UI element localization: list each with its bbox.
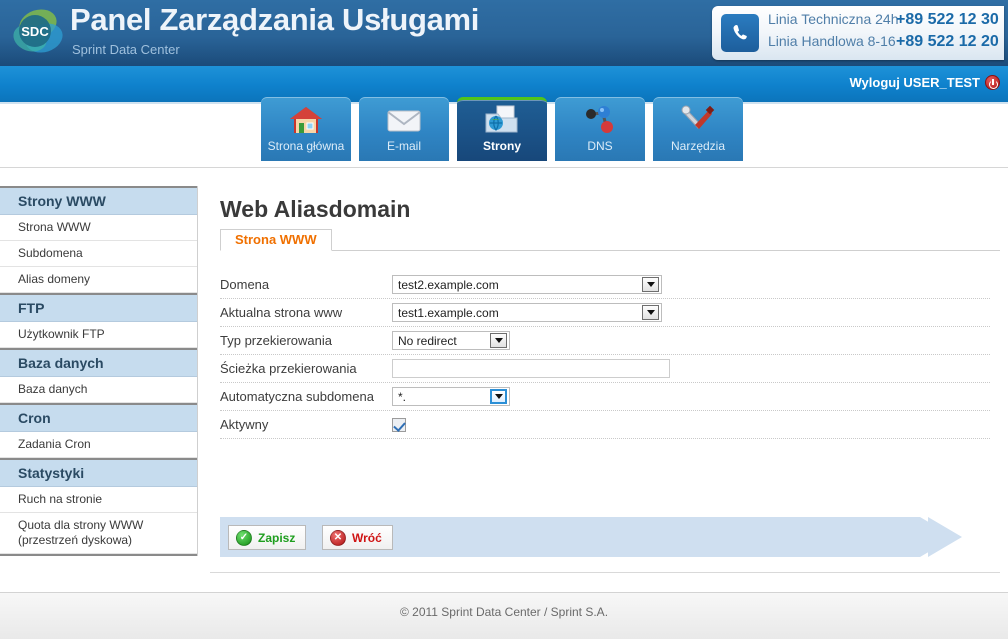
cross-circle-icon: ✕ xyxy=(330,529,346,546)
sidebar-group-ftp[interactable]: FTP xyxy=(0,293,197,322)
nav-tab-label: Narzędzia xyxy=(670,139,726,153)
sidebar-group-baza-danych[interactable]: Baza danych xyxy=(0,348,197,377)
label-automatyczna-subdomena: Automatyczna subdomena xyxy=(220,389,374,404)
sdc-logo: SDC xyxy=(8,4,68,62)
form-row-aktualna-strona: Aktualna strona www test1.example.com xyxy=(220,299,990,327)
label-aktywny: Aktywny xyxy=(220,417,269,432)
form-row-aktywny: Aktywny xyxy=(220,411,990,439)
label-typ-przekierowania: Typ przekierowania xyxy=(220,333,332,348)
main-content: Web Aliasdomain Strona WWW Domena test2.… xyxy=(210,186,1000,439)
nav-tab-strony[interactable]: Strony xyxy=(457,97,547,161)
sidebar-item-ruch-na-stronie[interactable]: Ruch na stronie xyxy=(0,487,197,513)
select-typ-przekierowania-value: No redirect xyxy=(398,333,457,348)
footer-copyright: © 2011 Sprint Data Center / Sprint S.A. xyxy=(399,605,609,619)
contact-lines: Linia Techniczna 24h +89 522 12 30 Linia… xyxy=(768,11,999,55)
select-aktualna-strona[interactable]: test1.example.com xyxy=(392,303,662,322)
action-bar-arrow xyxy=(920,517,954,557)
content-tab-strona-www[interactable]: Strona WWW xyxy=(220,229,332,251)
content-tab-row: Strona WWW xyxy=(220,229,1000,251)
sidebar-item-subdomena[interactable]: Subdomena xyxy=(0,241,197,267)
nav-tab-strona-glowna[interactable]: Strona główna xyxy=(261,97,351,161)
input-sciezka-przekierowania[interactable] xyxy=(392,359,670,378)
select-automatyczna-subdomena-value: *. xyxy=(398,389,407,404)
form-row-automatyczna-subdomena: Automatyczna subdomena *. xyxy=(220,383,990,411)
select-automatyczna-subdomena[interactable]: *. xyxy=(392,387,510,406)
nav-tab-dns[interactable]: DNS xyxy=(555,97,645,161)
sidebar-item-alias-domeny[interactable]: Alias domeny xyxy=(0,267,197,293)
label-aktualna-strona: Aktualna strona www xyxy=(220,305,343,320)
sidebar-item-zadania-cron[interactable]: Zadania Cron xyxy=(0,432,197,458)
form-row-typ-przekierowania: Typ przekierowania No redirect xyxy=(220,327,990,355)
envelope-icon xyxy=(386,101,422,139)
sidebar-item-strona-www[interactable]: Strona WWW xyxy=(0,215,197,241)
form-row-sciezka: Ścieżka przekierowania xyxy=(220,355,990,383)
sidebar-group-cron[interactable]: Cron xyxy=(0,403,197,432)
page-brand-title: Panel Zarządzania Usługami xyxy=(70,2,480,37)
page-title: Web Aliasdomain xyxy=(220,196,411,222)
nav-tab-email[interactable]: E-mail xyxy=(359,97,449,161)
label-domena: Domena xyxy=(220,277,270,292)
chevron-down-icon[interactable] xyxy=(642,277,659,292)
nav-tab-label: DNS xyxy=(587,139,613,153)
phone-icon xyxy=(721,14,759,52)
sidebar-item-baza-danych[interactable]: Baza danych xyxy=(0,377,197,403)
logout-label: Wyloguj USER_TEST xyxy=(849,75,981,90)
folder-globe-icon xyxy=(484,101,520,139)
sidebar-item-quota[interactable]: Quota dla strony WWW (przestrzeń dyskowa… xyxy=(0,513,197,554)
select-domena-value: test2.example.com xyxy=(398,277,499,292)
contact-number-sales: +89 522 12 20 xyxy=(896,33,999,50)
back-button[interactable]: ✕ Wróć xyxy=(322,525,393,550)
sidebar-item-uzytkownik-ftp[interactable]: Użytkownik FTP xyxy=(0,322,197,348)
sidebar-group-statystyki[interactable]: Statystyki xyxy=(0,458,197,487)
contact-box: Linia Techniczna 24h +89 522 12 30 Linia… xyxy=(712,6,1004,60)
house-icon xyxy=(289,101,323,139)
checkbox-aktywny[interactable] xyxy=(392,417,406,432)
action-bar: ✓ Zapisz ✕ Wróć xyxy=(220,517,920,557)
content-bottom-divider xyxy=(210,572,1000,573)
select-aktualna-strona-value: test1.example.com xyxy=(398,305,499,320)
alias-domain-form: Domena test2.example.com Aktualna strona… xyxy=(220,271,990,439)
molecule-icon xyxy=(583,101,617,139)
contact-number-technical: +89 522 12 30 xyxy=(896,11,999,28)
save-button[interactable]: ✓ Zapisz xyxy=(228,525,307,550)
chevron-down-icon[interactable] xyxy=(642,305,659,320)
chevron-down-icon[interactable] xyxy=(490,333,507,348)
svg-text:SDC: SDC xyxy=(21,24,49,39)
back-button-label: Wróć xyxy=(352,530,382,545)
sidebar: Strony WWW Strona WWW Subdomena Alias do… xyxy=(0,186,198,556)
nav-tab-label: Strony xyxy=(482,139,521,153)
check-circle-icon: ✓ xyxy=(236,529,252,546)
footer: © 2011 Sprint Data Center / Sprint S.A. xyxy=(0,592,1008,639)
contact-row-sales: Linia Handlowa 8-16 +89 522 12 20 xyxy=(768,33,999,55)
select-typ-przekierowania[interactable]: No redirect xyxy=(392,331,510,350)
sidebar-group-strony-www[interactable]: Strony WWW xyxy=(0,186,197,215)
main-navigation: Strona główna E-mail Strony DNS Narzędzi… xyxy=(0,97,1008,168)
nav-tab-label: E-mail xyxy=(386,139,421,153)
chevron-down-icon[interactable] xyxy=(490,389,507,404)
tools-icon xyxy=(681,101,715,139)
power-icon[interactable] xyxy=(985,75,1000,90)
contact-label-technical: Linia Techniczna 24h xyxy=(768,11,899,27)
page-brand-subtitle: Sprint Data Center xyxy=(72,42,180,57)
logout-button[interactable]: Wyloguj USER_TEST xyxy=(849,75,1000,90)
nav-tab-label: Strona główna xyxy=(267,139,345,153)
contact-label-sales: Linia Handlowa 8-16 xyxy=(768,33,896,49)
sidebar-end-divider xyxy=(0,554,197,556)
save-button-label: Zapisz xyxy=(258,530,296,545)
label-sciezka-przekierowania: Ścieżka przekierowania xyxy=(220,361,357,376)
contact-row-technical: Linia Techniczna 24h +89 522 12 30 xyxy=(768,11,999,33)
form-row-domena: Domena test2.example.com xyxy=(220,271,990,299)
nav-tab-narzedzia[interactable]: Narzędzia xyxy=(653,97,743,161)
select-domena[interactable]: test2.example.com xyxy=(392,275,662,294)
app-header: SDC Panel Zarządzania Usługami Sprint Da… xyxy=(0,0,1008,66)
